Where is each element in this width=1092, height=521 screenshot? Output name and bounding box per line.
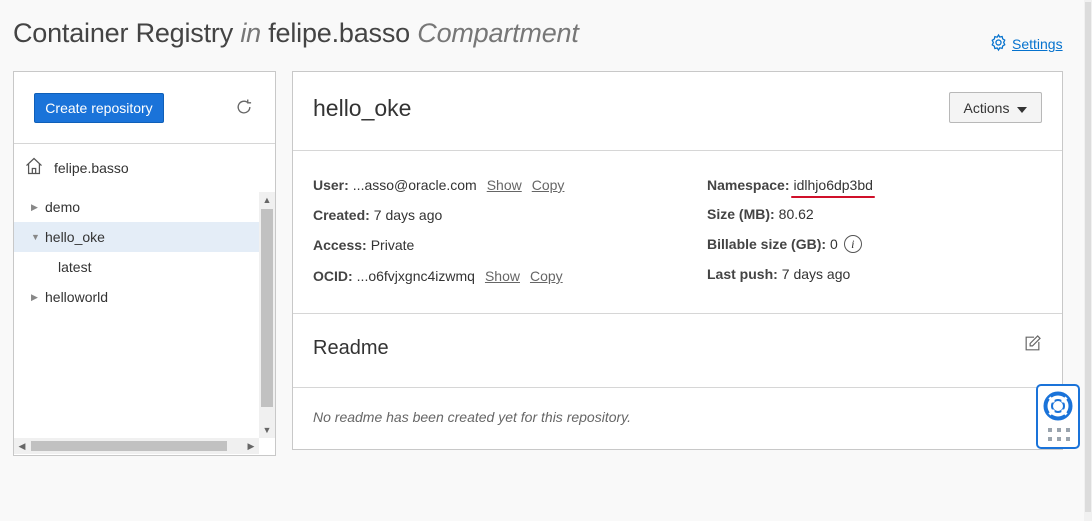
tree-item-hello-oke[interactable]: ▼ hello_oke [14, 222, 259, 252]
repository-details-panel: hello_oke Actions User: ...asso@oracle.c… [292, 71, 1063, 450]
caret-right-icon[interactable]: ▶ [31, 292, 45, 303]
tree-item-latest[interactable]: latest [14, 252, 259, 282]
caret-right-icon[interactable]: ▶ [31, 202, 45, 213]
edit-icon[interactable] [1023, 334, 1042, 358]
scroll-thumb-horizontal[interactable] [31, 441, 227, 451]
title-in: in [240, 18, 261, 48]
size-value: 80.62 [778, 206, 814, 222]
detail-label: Access: [313, 237, 367, 253]
lifebuoy-icon [1043, 391, 1073, 426]
gear-icon [989, 33, 1008, 55]
tree-item-label: hello_oke [45, 229, 105, 245]
tree-item-label: latest [58, 259, 92, 275]
page-vertical-scrollbar[interactable] [1084, 0, 1092, 521]
copy-ocid-link[interactable]: Copy [530, 268, 563, 284]
create-repository-button[interactable]: Create repository [34, 93, 164, 123]
tree-toolbar: Create repository [14, 72, 275, 144]
scroll-right-arrow-icon[interactable]: ▶ [243, 438, 259, 454]
show-user-link[interactable]: Show [487, 177, 522, 193]
detail-size: Size (MB): 80.62 [707, 206, 814, 222]
tree-item-label: helloworld [45, 289, 109, 305]
access-value: Private [370, 237, 415, 253]
detail-label: Namespace: [707, 177, 790, 193]
caret-down-icon [1017, 100, 1028, 116]
readme-title: Readme [313, 337, 389, 359]
refresh-icon[interactable] [234, 97, 254, 122]
title-main: Container Registry [13, 18, 233, 48]
tree-item-helloworld[interactable]: ▶ helloworld [14, 282, 259, 312]
detail-label: Size (MB): [707, 206, 775, 222]
detail-user: User: ...asso@oracle.com Show Copy [313, 177, 564, 193]
page-scroll-thumb[interactable] [1085, 2, 1091, 512]
repository-tree-panel: Create repository felipe.basso ▶ demo ▼ … [13, 71, 276, 456]
scroll-up-arrow-icon[interactable]: ▲ [259, 192, 275, 208]
compartment-root[interactable]: felipe.basso [24, 156, 129, 179]
detail-label: Billable size (GB): [707, 236, 827, 252]
detail-billable-size: Billable size (GB): 0 i [707, 235, 862, 253]
repository-header: hello_oke Actions [293, 72, 1062, 151]
settings-label: Settings [1012, 36, 1063, 52]
scroll-down-arrow-icon[interactable]: ▼ [259, 422, 275, 438]
repository-details: User: ...asso@oracle.com Show Copy Creat… [293, 151, 1062, 314]
detail-namespace: Namespace: idlhjo6dp3bd [707, 177, 876, 198]
scroll-left-arrow-icon[interactable]: ◀ [14, 438, 30, 454]
detail-label: Created: [313, 207, 370, 223]
user-value: ...asso@oracle.com [352, 177, 477, 193]
title-compartment-name: felipe.basso [268, 18, 410, 48]
scroll-thumb[interactable] [261, 209, 273, 407]
settings-link[interactable]: Settings [989, 33, 1063, 55]
detail-label: OCID: [313, 268, 353, 284]
help-widget-button[interactable] [1036, 384, 1080, 449]
tree-vertical-scrollbar[interactable]: ▲ ▼ [259, 192, 275, 438]
repository-name: hello_oke [313, 95, 412, 121]
tree-item-demo[interactable]: ▶ demo [14, 192, 259, 222]
actions-dropdown-button[interactable]: Actions [949, 92, 1042, 123]
readme-body: No readme has been created yet for this … [293, 388, 1062, 448]
show-ocid-link[interactable]: Show [485, 268, 520, 284]
detail-label: Last push: [707, 266, 778, 282]
detail-last-push: Last push: 7 days ago [707, 266, 850, 282]
caret-down-icon[interactable]: ▼ [31, 232, 45, 242]
tree-item-label: demo [45, 199, 81, 215]
page-title: Container Registry in felipe.basso Compa… [13, 18, 579, 49]
title-compartment-word: Compartment [417, 18, 579, 48]
info-icon[interactable]: i [843, 235, 862, 253]
detail-created: Created: 7 days ago [313, 207, 442, 223]
repository-tree: ▶ demo ▼ hello_oke latest ▶ helloworld [14, 192, 259, 438]
actions-label: Actions [963, 99, 1010, 116]
created-value: 7 days ago [373, 207, 443, 223]
last-push-value: 7 days ago [781, 266, 851, 282]
compartment-label: felipe.basso [54, 159, 129, 176]
detail-label: User: [313, 177, 349, 193]
tree-horizontal-scrollbar[interactable]: ◀ ▶ [14, 438, 259, 454]
readme-empty-message: No readme has been created yet for this … [313, 409, 632, 425]
drag-grip-icon[interactable] [1048, 428, 1070, 447]
home-icon [24, 156, 44, 179]
detail-access: Access: Private [313, 237, 414, 253]
ocid-value: ...o6fvjxgnc4izwmq [356, 268, 475, 284]
detail-ocid: OCID: ...o6fvjxgnc4izwmq Show Copy [313, 268, 563, 284]
billable-value: 0 [830, 236, 838, 252]
copy-user-link[interactable]: Copy [532, 177, 565, 193]
namespace-value: idlhjo6dp3bd [790, 177, 876, 198]
readme-header: Readme [293, 314, 1062, 388]
